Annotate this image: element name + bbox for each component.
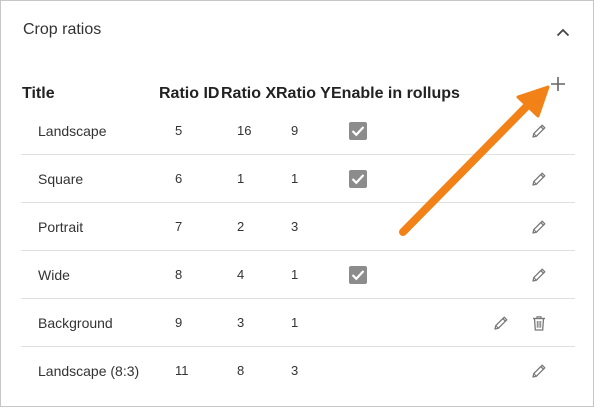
header-ratio-x: Ratio X: [221, 85, 277, 102]
table-row: Portrait 7 2 3: [21, 203, 575, 251]
table-row: Landscape 5 16 9: [21, 107, 575, 155]
edit-button[interactable]: [527, 203, 551, 250]
row-title: Wide: [38, 266, 70, 283]
row-ratio-x: 1: [237, 171, 245, 186]
enable-in-rollups-checkbox[interactable]: [349, 251, 367, 298]
row-ratio-x: 16: [237, 123, 252, 138]
row-title: Landscape (8:3): [38, 362, 140, 379]
row-ratio-id: 11: [175, 363, 189, 378]
row-ratio-id: 6: [175, 171, 183, 186]
row-ratio-id: 9: [175, 315, 183, 330]
header-ratio-id: Ratio ID: [159, 85, 220, 102]
enable-in-rollups-checkbox[interactable]: [349, 155, 367, 202]
pencil-icon: [494, 316, 508, 330]
header-ratio-y: Ratio Y: [276, 85, 331, 102]
checkmark-icon: [351, 269, 365, 280]
checkmark-icon: [351, 173, 365, 184]
pencil-icon: [532, 364, 546, 378]
checkbox-checked[interactable]: [349, 121, 367, 140]
pencil-icon: [532, 220, 546, 234]
row-ratio-x: 4: [237, 267, 245, 282]
collapse-button[interactable]: [552, 23, 574, 41]
edit-button[interactable]: [527, 107, 551, 154]
table-row: Wide 8 4 1: [21, 251, 575, 299]
delete-button[interactable]: [527, 299, 551, 346]
row-title: Landscape: [38, 122, 107, 139]
row-ratio-id: 8: [175, 267, 183, 282]
table-row: Background 9 3 1: [21, 299, 575, 347]
edit-button[interactable]: [527, 155, 551, 202]
crop-ratios-panel: Crop ratios Title Ratio ID Ratio X Ratio…: [0, 0, 594, 407]
enable-in-rollups-checkbox[interactable]: [349, 107, 367, 154]
row-ratio-id: 7: [175, 219, 183, 234]
header-enable-in-rollups: Enable in rollups: [331, 85, 460, 102]
pencil-icon: [532, 268, 546, 282]
edit-button[interactable]: [527, 347, 551, 394]
trash-icon: [533, 315, 545, 331]
row-title: Square: [38, 170, 84, 187]
row-ratio-x: 8: [237, 363, 245, 378]
edit-button[interactable]: [527, 251, 551, 298]
row-ratio-y: 3: [291, 219, 299, 234]
chevron-up-icon: [556, 28, 570, 36]
row-title: Background: [38, 314, 113, 331]
row-ratio-y: 1: [291, 267, 299, 282]
table-row: Square 6 1 1: [21, 155, 575, 203]
row-ratio-y: 9: [291, 123, 299, 138]
header-title: Title: [22, 85, 55, 102]
checkbox-checked[interactable]: [349, 169, 367, 188]
panel-title: Crop ratios: [23, 21, 102, 38]
row-ratio-y: 1: [291, 315, 299, 330]
edit-button[interactable]: [489, 299, 513, 346]
row-ratio-x: 2: [237, 219, 245, 234]
row-title: Portrait: [38, 218, 84, 235]
checkmark-icon: [351, 125, 365, 136]
pencil-icon: [532, 124, 546, 138]
pencil-icon: [532, 172, 546, 186]
row-ratio-id: 5: [175, 123, 183, 138]
checkbox-checked[interactable]: [349, 265, 367, 284]
row-ratio-y: 1: [291, 171, 299, 186]
table-row: Landscape (8:3) 11 8 3: [21, 347, 575, 394]
table-header: Title Ratio ID Ratio X Ratio Y Enable in…: [1, 85, 593, 107]
row-ratio-x: 3: [237, 315, 245, 330]
row-ratio-y: 3: [291, 363, 299, 378]
